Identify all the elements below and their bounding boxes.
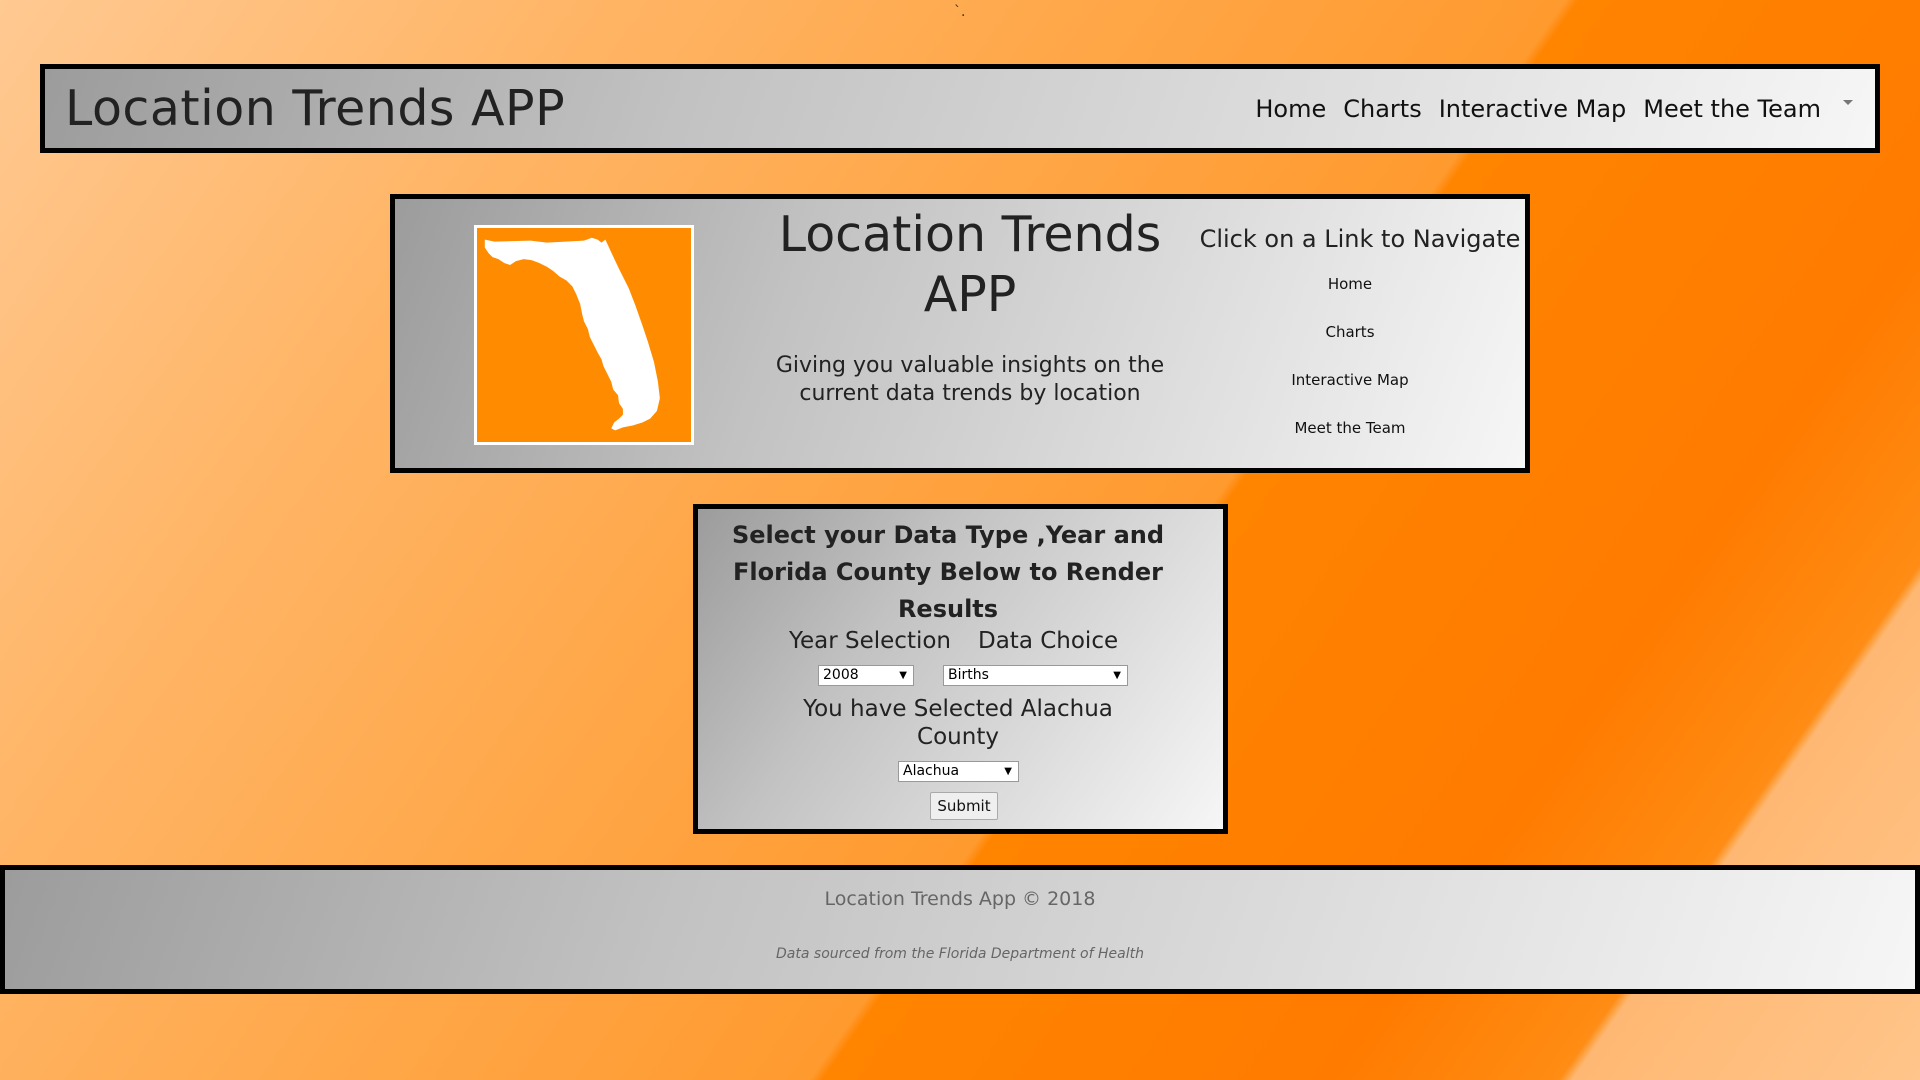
hero-link-meet-the-team[interactable]: Meet the Team bbox=[1220, 419, 1480, 437]
nav-link-charts[interactable]: Charts bbox=[1343, 95, 1421, 123]
nav-link-home[interactable]: Home bbox=[1255, 95, 1326, 123]
county-select-arrow-icon: ▼ bbox=[1004, 766, 1012, 777]
hero-panel: Location Trends APP Giving you valuable … bbox=[390, 194, 1530, 473]
hero-title: Location Trends APP bbox=[778, 206, 1162, 323]
year-select-value: 2008 bbox=[823, 667, 859, 683]
data-choice-select[interactable]: Births ▼ bbox=[943, 665, 1128, 686]
hero-link-interactive-map[interactable]: Interactive Map bbox=[1220, 371, 1480, 389]
selected-county-message: You have Selected Alachua County bbox=[803, 696, 1113, 750]
hero-nav-heading: Click on a Link to Navigate bbox=[1199, 225, 1521, 253]
form-heading: Select your Data Type ,Year and Florida … bbox=[731, 521, 1165, 623]
navbar-links: Home Charts Interactive Map Meet the Tea… bbox=[1238, 95, 1853, 123]
nav-link-interactive-map[interactable]: Interactive Map bbox=[1439, 95, 1627, 123]
submit-button[interactable]: Submit bbox=[930, 792, 998, 820]
footer-data-source: Data sourced from the Florida Department… bbox=[776, 946, 1144, 962]
data-choice-select-value: Births bbox=[948, 667, 989, 683]
hero-link-home[interactable]: Home bbox=[1220, 275, 1480, 293]
dropdown-caret-icon[interactable] bbox=[1843, 100, 1853, 105]
navbar-brand[interactable]: Location Trends APP bbox=[65, 80, 565, 137]
stray-text-mark: `. bbox=[954, 4, 966, 20]
data-selection-form: Select your Data Type ,Year and Florida … bbox=[693, 504, 1228, 834]
county-select[interactable]: Alachua ▼ bbox=[898, 761, 1019, 782]
hero-link-charts[interactable]: Charts bbox=[1220, 323, 1480, 341]
year-select[interactable]: 2008 ▼ bbox=[818, 665, 914, 686]
year-selection-label: Year Selection bbox=[789, 628, 951, 654]
data-choice-label: Data Choice bbox=[978, 628, 1119, 654]
page-footer: Location Trends App © 2018 Data sourced … bbox=[0, 865, 1920, 994]
data-choice-select-arrow-icon: ▼ bbox=[1113, 670, 1121, 681]
year-select-arrow-icon: ▼ bbox=[899, 670, 907, 681]
top-navbar: Location Trends APP Home Charts Interact… bbox=[40, 64, 1880, 153]
county-select-value: Alachua bbox=[903, 763, 960, 779]
nav-link-meet-the-team[interactable]: Meet the Team bbox=[1643, 95, 1821, 123]
hero-subtitle: Giving you valuable insights on the curr… bbox=[775, 353, 1165, 406]
footer-copyright: Location Trends App © 2018 bbox=[824, 888, 1096, 910]
florida-map-icon bbox=[474, 225, 694, 445]
